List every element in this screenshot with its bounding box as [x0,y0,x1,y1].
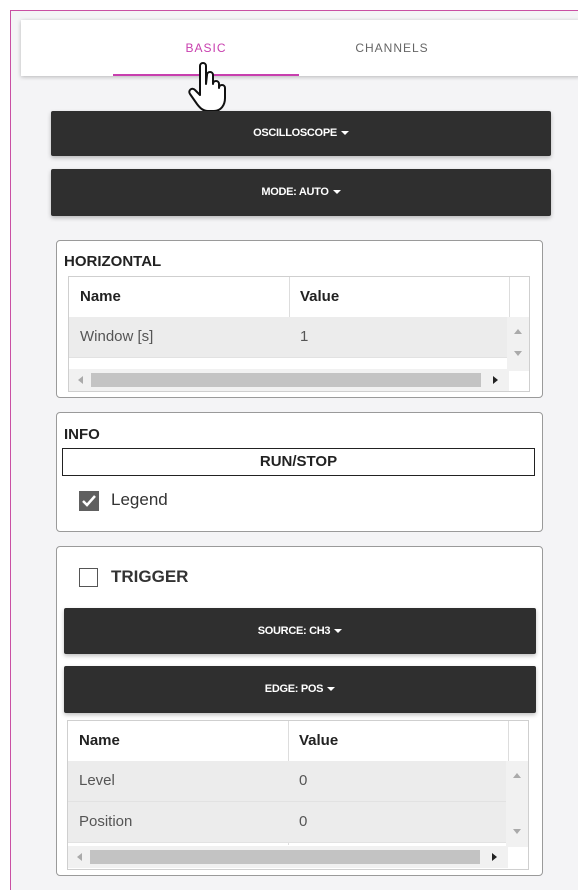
table-row[interactable]: Level 0 [68,761,508,802]
horizontal-scrollbar[interactable] [69,369,509,391]
column-header-name: Name [79,732,120,749]
caret-down-icon [340,131,349,136]
mode-button-label: MODE: AUTO [261,186,329,198]
run-stop-button[interactable]: RUN/STOP [62,448,535,476]
row-name: Level [79,772,115,789]
row-value[interactable]: 0 [299,813,307,830]
mode-dropdown-button[interactable]: MODE: AUTO [51,169,551,216]
scroll-left-icon[interactable] [77,853,82,861]
tab-bar: BASIC CHANNELS [21,20,578,76]
trigger-grid: Name Value Level 0 Position 0 [67,720,529,870]
horizontal-title: HORIZONTAL [64,253,162,270]
scroll-down-icon[interactable] [514,351,522,356]
edge-dropdown-button[interactable]: EDGE: POS [64,666,536,713]
table-row[interactable]: Window [s] 1 [69,317,509,358]
caret-down-icon [327,687,336,692]
info-title: INFO [64,426,100,443]
table-row[interactable]: Position 0 [68,802,508,843]
trigger-label: TRIGGER [111,567,189,586]
caret-down-icon [332,190,341,195]
column-header-value: Value [299,732,339,749]
scroll-down-icon[interactable] [513,829,521,834]
vertical-scrollbar[interactable] [507,317,529,371]
column-separator [509,277,510,317]
vertical-scrollbar[interactable] [506,761,528,847]
scroll-thumb[interactable] [90,850,480,864]
oscilloscope-dropdown-button[interactable]: OSCILLOSCOPE [51,111,551,156]
source-button-label: SOURCE: CH3 [257,625,331,637]
column-header-name: Name [80,288,121,305]
source-dropdown-button[interactable]: SOURCE: CH3 [64,608,536,654]
horizontal-grid: Name Value Window [s] 1 [68,276,530,392]
scroll-right-icon[interactable] [493,376,498,384]
tab-channels[interactable]: CHANNELS [299,20,485,76]
scroll-up-icon[interactable] [513,773,521,778]
column-header-value: Value [300,288,340,305]
scroll-right-icon[interactable] [492,853,497,861]
row-value[interactable]: 0 [299,772,307,789]
row-name: Window [s] [80,328,154,345]
caret-down-icon [334,629,343,634]
scroll-up-icon[interactable] [514,329,522,334]
hand-cursor-icon [188,62,226,112]
edge-button-label: EDGE: POS [264,683,324,695]
row-value[interactable]: 1 [300,328,308,345]
oscilloscope-button-label: OSCILLOSCOPE [253,127,337,139]
horizontal-scrollbar[interactable] [68,846,508,868]
horizontal-panel: HORIZONTAL Name Value Window [s] 1 [56,240,543,398]
column-separator [508,721,509,761]
scroll-thumb[interactable] [91,373,481,387]
checkmark-icon [82,495,96,507]
legend-label: Legend [111,490,168,509]
trigger-checkbox[interactable] [79,568,98,587]
scroll-left-icon[interactable] [78,376,83,384]
legend-checkbox[interactable] [79,491,99,511]
row-name: Position [79,813,133,830]
